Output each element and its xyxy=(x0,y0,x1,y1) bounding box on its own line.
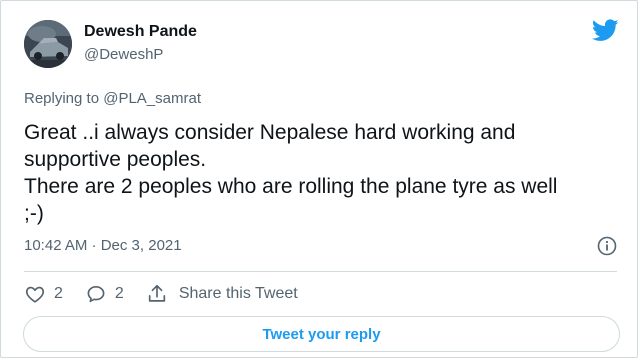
avatar[interactable] xyxy=(24,20,72,68)
reply-bubble-icon xyxy=(87,286,105,303)
info-icon[interactable] xyxy=(597,236,617,256)
tweet-your-reply-button[interactable]: Tweet your reply xyxy=(23,316,620,352)
share-icon xyxy=(148,284,165,302)
divider xyxy=(24,271,617,272)
heart-icon xyxy=(25,286,45,303)
tweet-line: ;-) xyxy=(24,202,44,225)
tweet-timestamp[interactable]: 10:42 AM · Dec 3, 2021 xyxy=(24,237,182,254)
action-bar: 2 2 Share this Tweet xyxy=(24,282,320,306)
avatar-image xyxy=(24,20,72,68)
tweet-card: Dewesh Pande @DeweshP Replying to @PLA_s… xyxy=(0,0,638,358)
tweet-line: supportive peoples. xyxy=(24,148,207,171)
tweet-line: Great ..i always consider Nepalese hard … xyxy=(24,121,516,144)
share-label: Share this Tweet xyxy=(178,285,298,302)
author-name[interactable]: Dewesh Pande xyxy=(84,23,197,41)
replying-to: Replying to @PLA_samrat xyxy=(24,90,201,107)
reply-button[interactable]: 2 xyxy=(85,283,124,305)
author-handle[interactable]: @DeweshP xyxy=(84,46,163,63)
tweet-text: Great ..i always consider Nepalese hard … xyxy=(24,119,624,227)
twitter-bird-icon[interactable] xyxy=(592,19,619,42)
share-button[interactable]: Share this Tweet xyxy=(146,283,298,305)
reply-count: 2 xyxy=(114,285,124,302)
like-count: 2 xyxy=(54,285,63,302)
replying-prefix: Replying to xyxy=(24,90,104,107)
tweet-line: There are 2 peoples who are rolling the … xyxy=(24,175,558,198)
replying-mention[interactable]: @PLA_samrat xyxy=(103,90,201,107)
like-button[interactable]: 2 xyxy=(24,283,63,305)
